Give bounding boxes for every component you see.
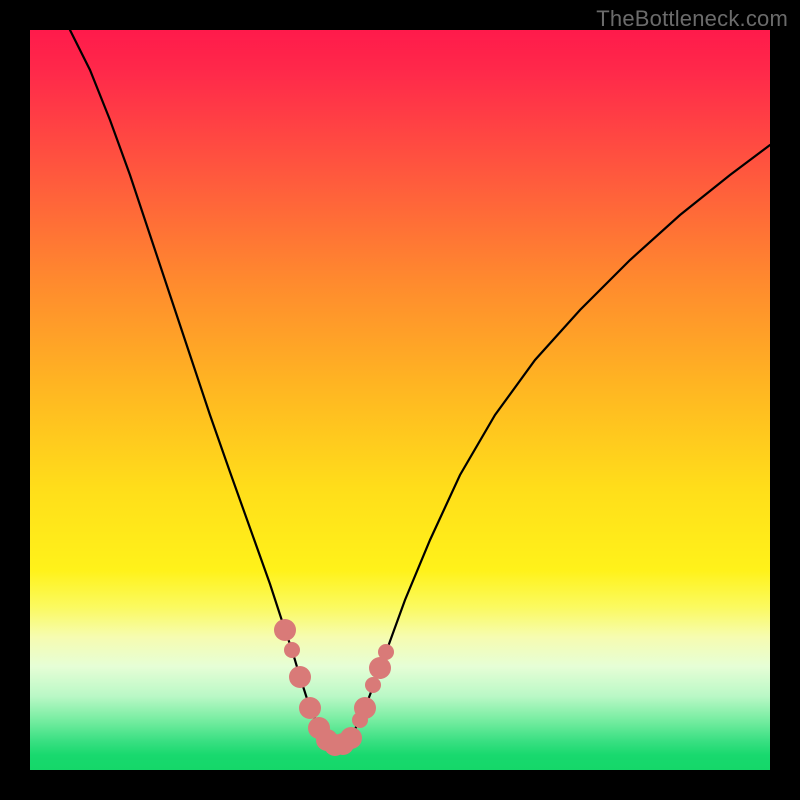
- watermark-text: TheBottleneck.com: [596, 6, 788, 32]
- plot-area: [30, 30, 770, 770]
- highlight-markers: [274, 619, 394, 756]
- highlight-marker: [299, 697, 321, 719]
- highlight-marker: [289, 666, 311, 688]
- highlight-marker: [378, 644, 394, 660]
- highlight-marker: [274, 619, 296, 641]
- highlight-marker: [354, 697, 376, 719]
- bottleneck-curve: [70, 30, 770, 745]
- chart-svg: [30, 30, 770, 770]
- highlight-marker: [340, 727, 362, 749]
- chart-frame: TheBottleneck.com: [0, 0, 800, 800]
- highlight-marker: [369, 657, 391, 679]
- highlight-marker: [365, 677, 381, 693]
- highlight-marker: [284, 642, 300, 658]
